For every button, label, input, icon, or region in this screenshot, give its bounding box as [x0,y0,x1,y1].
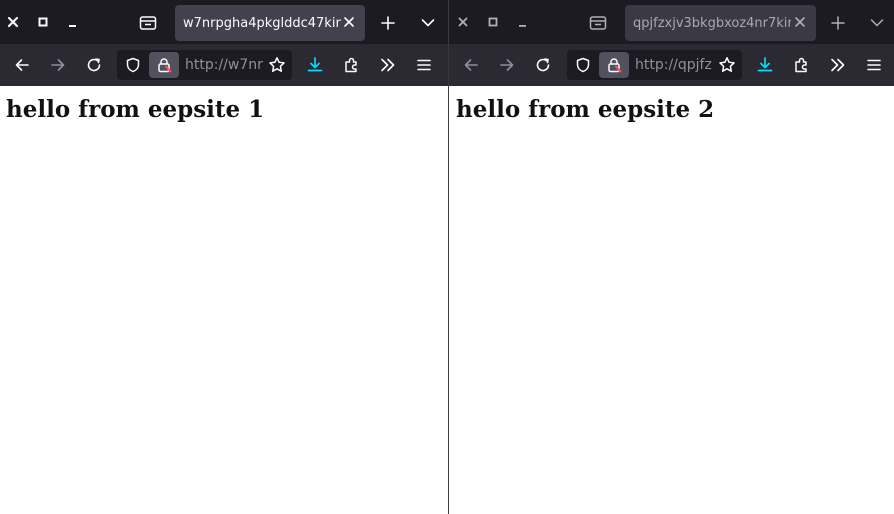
menu-icon [417,59,431,71]
nav-toolbar: http://qpjfz [449,44,894,86]
tab-list-button[interactable] [863,9,891,37]
maximize-icon [488,17,498,27]
new-tab-button[interactable] [374,9,402,37]
title-bar: w7nrpgha4pkglddc47kina [0,0,448,44]
extensions-button[interactable] [338,51,366,79]
site-security-button[interactable] [149,52,179,78]
nav-toolbar: http://w7nr [0,44,448,86]
firefox-view-button[interactable] [134,9,162,37]
downloads-button[interactable] [751,51,779,79]
shield-icon [576,57,590,73]
new-tab-button[interactable] [824,9,852,37]
back-icon [464,59,478,71]
close-window-button[interactable] [2,11,24,33]
lock-icon [158,58,172,73]
reload-button[interactable] [80,51,108,79]
back-button[interactable] [8,51,36,79]
reload-button[interactable] [529,51,557,79]
maximize-icon [38,17,48,27]
tab-title: qpjfzxjv3bkgbxoz4nr7kint [633,15,791,31]
overflow-menu-button[interactable] [374,51,402,79]
tab-title: w7nrpgha4pkglddc47kina [183,15,341,31]
tab-active[interactable]: w7nrpgha4pkglddc47kina [175,5,365,41]
reload-icon [87,58,101,72]
app-menu-button[interactable] [860,51,888,79]
bookmark-star-icon [719,57,735,72]
maximize-window-button[interactable] [482,11,504,33]
download-icon [757,57,773,72]
back-icon [15,59,29,71]
menu-icon [867,59,881,71]
tab-list-icon [421,19,435,27]
tracking-protection-button[interactable] [121,53,145,77]
close-icon [458,17,468,27]
download-icon [307,57,323,72]
minimize-icon [519,25,526,27]
firefox-view-icon [589,16,607,30]
minimize-window-button[interactable] [512,11,534,33]
minimize-window-button[interactable] [62,11,84,33]
forward-icon [51,59,65,71]
firefox-view-button[interactable] [584,9,612,37]
tracking-protection-button[interactable] [571,53,595,77]
close-icon [7,16,19,28]
page-heading: hello from eepsite 1 [6,96,265,123]
tab-close-button[interactable] [339,11,359,33]
back-button[interactable] [457,51,485,79]
reload-icon [536,58,550,72]
extensions-icon [345,57,357,73]
forward-button[interactable] [44,51,72,79]
bookmark-star-icon [269,57,285,72]
app-menu-button[interactable] [410,51,438,79]
browser-window-2: qpjfzxjv3bkgbxoz4nr7kint http://qpjfz he… [449,0,894,514]
shield-icon [126,57,140,73]
close-icon [795,17,805,27]
forward-button[interactable] [493,51,521,79]
overflow-icon [381,58,395,72]
lock-icon [608,58,622,73]
forward-icon [500,59,514,71]
new-tab-icon [831,16,845,30]
close-icon [344,17,354,27]
tab-active[interactable]: qpjfzxjv3bkgbxoz4nr7kint [625,5,816,41]
bookmark-button[interactable] [713,51,741,79]
tab-list-button[interactable] [414,9,442,37]
maximize-window-button[interactable] [32,11,54,33]
page-content: hello from eepsite 1 [0,86,448,514]
minimize-icon [69,25,76,27]
extensions-icon [795,57,807,73]
overflow-icon [831,58,845,72]
page-heading: hello from eepsite 2 [456,96,715,123]
bookmark-button[interactable] [263,51,291,79]
tab-close-button[interactable] [790,11,810,33]
overflow-menu-button[interactable] [824,51,852,79]
site-security-button[interactable] [599,52,629,78]
close-window-button[interactable] [452,11,474,33]
browser-window-1: w7nrpgha4pkglddc47kina http://w7nr hello… [0,0,448,514]
firefox-view-icon [139,16,157,30]
title-bar: qpjfzxjv3bkgbxoz4nr7kint [449,0,894,44]
page-content: hello from eepsite 2 [449,86,894,514]
extensions-button[interactable] [788,51,816,79]
downloads-button[interactable] [301,51,329,79]
tab-list-icon [870,19,884,27]
new-tab-icon [381,16,395,30]
